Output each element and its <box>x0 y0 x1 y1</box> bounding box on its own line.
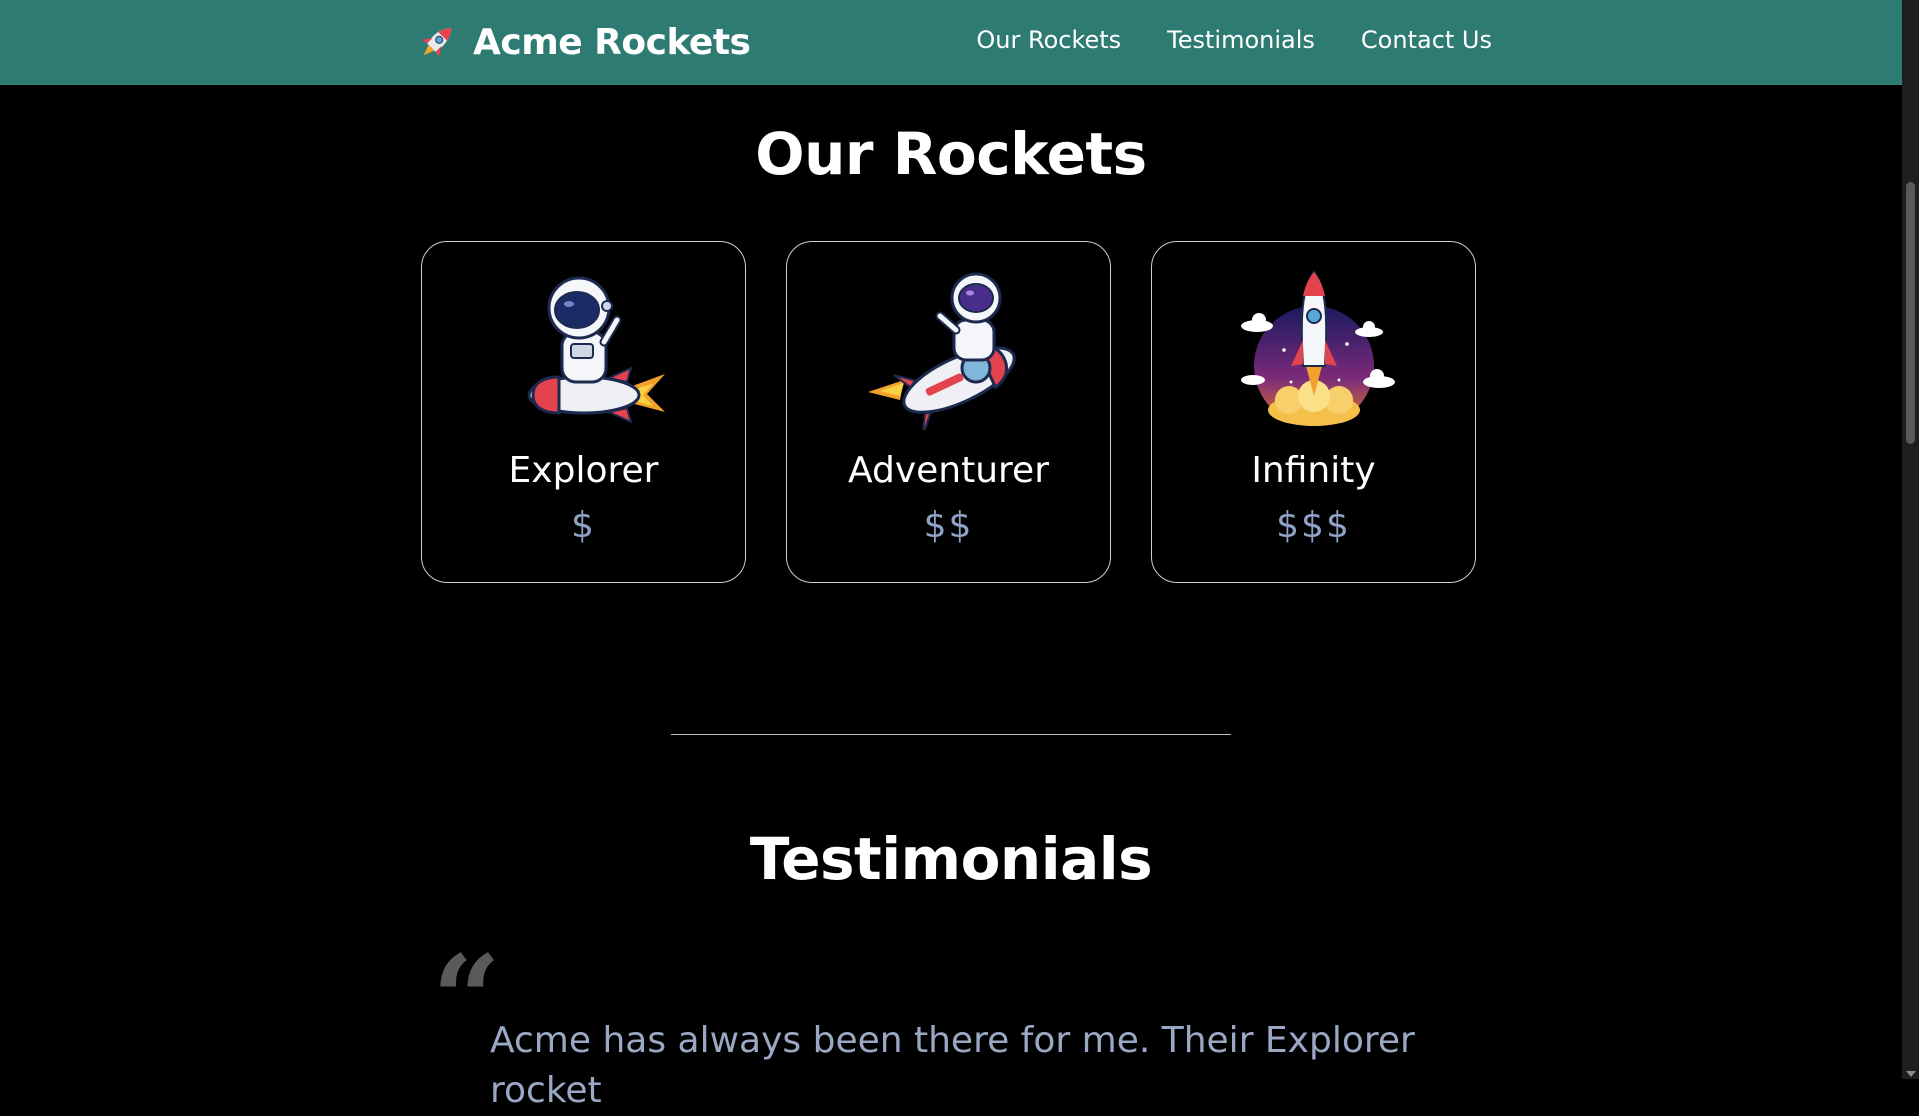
nav-testimonials[interactable]: Testimonials <box>1167 26 1315 54</box>
nav-links: Our Rockets Testimonials Contact Us <box>976 26 1492 54</box>
astronaut-flying-rocket-image <box>867 272 1016 430</box>
rocket-icon <box>422 27 452 57</box>
rockets-section-title: Our Rockets <box>755 120 1147 188</box>
card-name: Adventurer <box>847 450 1049 491</box>
scrollbar[interactable] <box>1902 0 1919 1079</box>
nav-our-rockets[interactable]: Our Rockets <box>976 26 1121 54</box>
rocket-card-adventurer[interactable]: Adventurer $$ <box>786 241 1111 583</box>
rocket-launch-image <box>1240 270 1395 426</box>
card-price: $$ <box>923 505 974 546</box>
testimonials-section-title: Testimonials <box>749 825 1153 893</box>
section-divider <box>671 734 1231 735</box>
card-name: Infinity <box>1251 450 1376 491</box>
navbar: Acme Rockets Our Rockets Testimonials Co… <box>0 0 1902 85</box>
nav-contact-us[interactable]: Contact Us <box>1361 26 1492 54</box>
rocket-cards: Explorer $ Adventurer $$ Infinity $$$ <box>421 241 1476 583</box>
rocket-card-explorer[interactable]: Explorer $ <box>421 241 746 583</box>
card-name: Explorer <box>508 450 659 491</box>
brand[interactable]: Acme Rockets <box>415 20 751 64</box>
card-price: $$$ <box>1276 505 1351 546</box>
brand-title: Acme Rockets <box>473 21 751 63</box>
rocket-card-infinity[interactable]: Infinity $$$ <box>1151 241 1476 583</box>
astronaut-riding-rocket-image <box>527 276 665 424</box>
card-price: $ <box>571 505 596 546</box>
scrollbar-thumb[interactable] <box>1906 182 1915 444</box>
testimonial-quote: Acme has always been there for me. Their… <box>490 1020 1415 1111</box>
scroll-down-arrow-icon[interactable] <box>1906 1071 1916 1077</box>
